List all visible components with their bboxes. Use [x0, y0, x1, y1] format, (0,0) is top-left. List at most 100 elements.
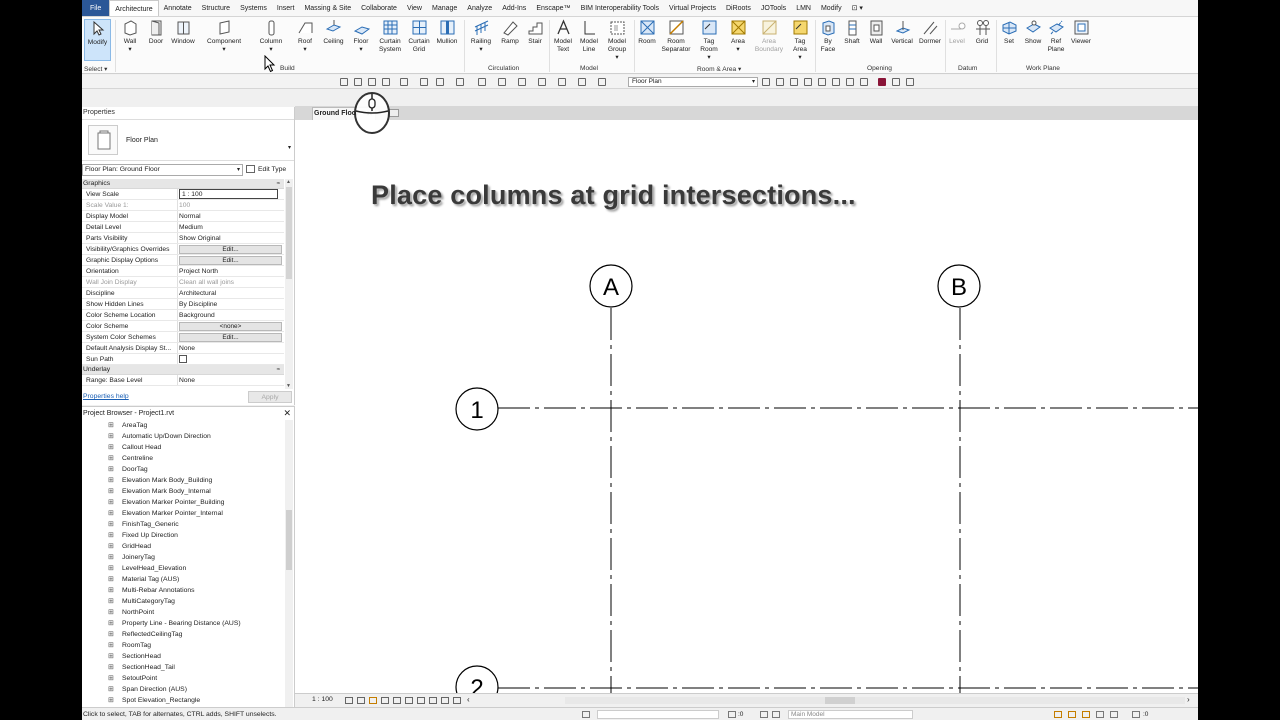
expand-icon[interactable]: ⊞ [108, 629, 114, 640]
hide-icon[interactable] [832, 78, 840, 86]
ceiling-button[interactable]: Ceiling [320, 19, 347, 46]
browser-tree-item[interactable]: ⊞ Span Direction (AUS) [82, 684, 285, 695]
scroll-thumb[interactable] [286, 510, 292, 570]
expand-icon[interactable]: ⊞ [108, 640, 114, 651]
ramp-button[interactable]: Ramp [497, 19, 523, 46]
browser-tree-item[interactable]: ⊞ SetoutPoint [82, 673, 285, 684]
vg-overrides-edit-button[interactable]: Edit... [179, 245, 282, 254]
dormer-button[interactable]: Dormer [916, 19, 944, 46]
tile-icon[interactable] [776, 78, 784, 86]
vertical-button[interactable]: Vertical [888, 19, 916, 46]
model-line-button[interactable]: Model Line [577, 19, 601, 54]
tab-enscape[interactable]: Enscape™ [531, 0, 575, 16]
tab-architecture[interactable]: Architecture [109, 0, 159, 16]
prop-row[interactable]: Graphic Display Options Edit... [82, 255, 284, 266]
expand-icon[interactable]: ⊞ [108, 530, 114, 541]
reveal-icon[interactable] [860, 78, 868, 86]
expand-icon[interactable]: ⊞ [108, 695, 114, 706]
browser-tree-item[interactable]: ⊞ Fixed Up Direction [82, 530, 285, 541]
component-button[interactable]: Component ▾ [203, 19, 245, 54]
system-color-schemes-edit-button[interactable]: Edit... [179, 333, 282, 342]
scroll-down-icon[interactable]: ▼ [286, 383, 291, 389]
tag-all-icon[interactable] [804, 78, 812, 86]
browser-tree-item[interactable]: ⊞ Callout Head [82, 442, 285, 453]
tab-collaborate[interactable]: Collaborate [356, 0, 402, 16]
prop-row[interactable]: Sun Path [82, 354, 284, 365]
tab-analyze[interactable]: Analyze [462, 0, 497, 16]
prop-row[interactable]: Color Scheme <none> [82, 321, 284, 332]
sun-path-icon[interactable] [369, 697, 377, 704]
modify-button[interactable]: Modify [84, 19, 111, 61]
tab-manage[interactable]: Manage [427, 0, 462, 16]
shaft-button[interactable]: Shaft [841, 19, 863, 46]
properties-scrollbar[interactable]: ▲ ▼ [285, 179, 293, 389]
redo-icon[interactable] [400, 78, 408, 86]
expand-icon[interactable]: ⊞ [108, 519, 114, 530]
prop-row[interactable]: Default Analysis Display St... None [82, 343, 284, 354]
prop-row[interactable]: Discipline Architectural [82, 288, 284, 299]
prop-row[interactable]: Display Model Normal [82, 211, 284, 222]
roof-button[interactable]: Roof ▾ [293, 19, 317, 54]
expand-icon[interactable]: ⊞ [108, 475, 114, 486]
grid-bubble-b[interactable]: B [937, 264, 981, 308]
area-boundary-button[interactable]: Area Boundary [752, 19, 786, 54]
temporary-hide-icon[interactable] [429, 697, 437, 704]
properties-help-link[interactable]: Properties help [83, 393, 129, 400]
3d-view-icon[interactable] [498, 78, 506, 86]
filter-icon[interactable] [1132, 711, 1140, 718]
tag-area-button[interactable]: Tag Area ▾ [787, 19, 813, 62]
expand-icon[interactable]: ⊞ [108, 651, 114, 662]
edit-type-button[interactable]: Edit Type [246, 164, 294, 176]
scroll-right-icon[interactable]: › [1187, 695, 1190, 704]
analytical-model-icon[interactable] [453, 697, 461, 704]
select-pinned-icon[interactable] [1082, 711, 1090, 718]
browser-tree-item[interactable]: ⊞ Multi-Rebar Annotations [82, 585, 285, 596]
tab-massing-site[interactable]: Massing & Site [299, 0, 356, 16]
browser-tree-item[interactable]: ⊞ JoineryTag [82, 552, 285, 563]
crop-view-icon[interactable] [393, 697, 401, 704]
select-panel-label[interactable]: Select ▾ [84, 65, 107, 73]
expand-icon[interactable]: ⊞ [108, 453, 114, 464]
tab-structure[interactable]: Structure [197, 0, 235, 16]
scroll-thumb[interactable] [286, 187, 292, 279]
horizontal-scrollbar[interactable] [565, 697, 1185, 704]
drag-elements-icon[interactable] [1110, 711, 1118, 718]
railing-button[interactable]: Railing ▾ [468, 19, 494, 54]
grid-view-icon[interactable] [790, 78, 798, 86]
unlock-3d-icon[interactable] [417, 697, 425, 704]
plugin-icon[interactable] [878, 78, 886, 86]
graphic-display-edit-button[interactable]: Edit... [179, 256, 282, 265]
view-type-dropdown[interactable]: Floor Plan ▾ [628, 77, 758, 87]
collapse-icon[interactable]: ≈ [277, 179, 280, 189]
expand-icon[interactable]: ⊞ [108, 541, 114, 552]
select-by-face-icon[interactable] [1096, 711, 1104, 718]
model-dropdown[interactable]: Main Model [788, 710, 913, 719]
tab-diroots[interactable]: DiRoots [721, 0, 756, 16]
room-separator-button[interactable]: Room Separator [659, 19, 693, 54]
apply-button[interactable]: Apply [248, 391, 292, 403]
browser-tree-item[interactable]: ⊞ Centreline [82, 453, 285, 464]
collapse-icon[interactable]: ≈ [277, 365, 280, 375]
show-crop-icon[interactable] [405, 697, 413, 704]
room-area-panel-label[interactable]: Room & Area ▾ [697, 65, 741, 73]
ribbon-options-icon[interactable]: ⊡ ▾ [847, 0, 868, 16]
window-button[interactable]: Window [168, 19, 198, 46]
instance-selector[interactable]: Floor Plan: Ground Floor ▾ [82, 164, 243, 176]
prop-row[interactable]: System Color Schemes Edit... [82, 332, 284, 343]
tab-insert[interactable]: Insert [272, 0, 300, 16]
browser-tree-item[interactable]: ⊞ NorthPoint [82, 607, 285, 618]
browser-scrollbar[interactable] [285, 420, 293, 707]
dimension-icon[interactable] [456, 78, 464, 86]
prop-row[interactable]: Visibility/Graphics Overrides Edit... [82, 244, 284, 255]
browser-tree-item[interactable]: ⊞ RoomTag [82, 640, 285, 651]
browser-tree-item[interactable]: ⊞ DoorTag [82, 464, 285, 475]
model-group-button[interactable]: Model Group ▾ [603, 19, 631, 62]
tab-annotate[interactable]: Annotate [159, 0, 197, 16]
expand-icon[interactable]: ⊞ [108, 607, 114, 618]
sun-path-checkbox[interactable] [179, 355, 187, 363]
design-options-icon[interactable] [728, 711, 736, 718]
prop-row[interactable]: Show Hidden Lines By Discipline [82, 299, 284, 310]
mullion-button[interactable]: Mullion [433, 19, 461, 46]
tab-modify[interactable]: Modify [816, 0, 847, 16]
worksets-icon[interactable] [582, 711, 590, 718]
